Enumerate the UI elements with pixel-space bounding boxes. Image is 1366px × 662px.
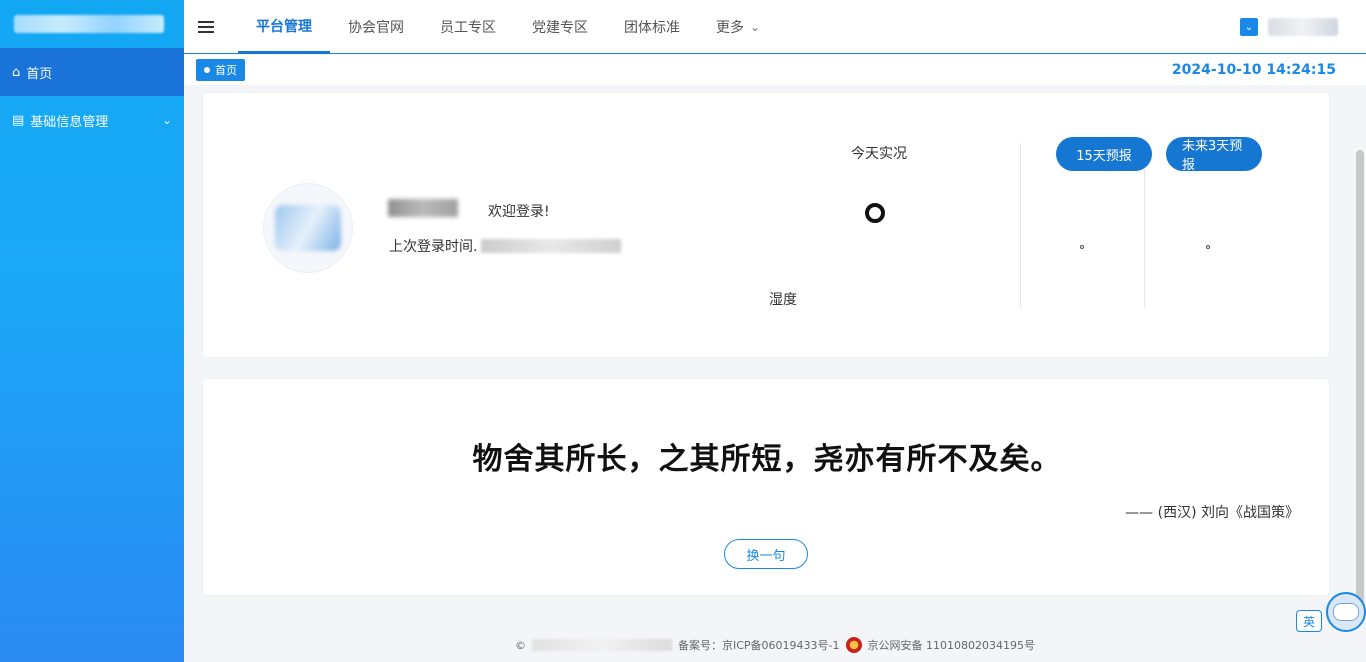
button-label: 15天预报 — [1076, 148, 1132, 164]
change-quote-button[interactable]: 换一句 — [724, 539, 808, 569]
tab-association-site[interactable]: 协会官网 — [330, 0, 422, 54]
top-navigation: 平台管理 协会官网 员工专区 党建专区 团体标准 更多 ⌄ ⌄ — [184, 0, 1366, 54]
button-label: 未来3天预报 — [1182, 139, 1243, 173]
tab-staff-area[interactable]: 员工专区 — [422, 0, 514, 54]
tab-label: 员工专区 — [440, 20, 496, 36]
footer: © 备案号：京ICP备06019433号-1 京公网安备 11010802034… — [184, 630, 1366, 660]
police-emblem-icon — [845, 637, 862, 653]
last-login-time — [481, 239, 622, 253]
last-login-label: 上次登录时间. — [389, 239, 478, 255]
user-avatar[interactable] — [1268, 18, 1338, 36]
sidebar: ⌂ 首页 ▤ 基础信息管理 ⌄ — [0, 0, 184, 662]
breadcrumb-label: 首页 — [215, 64, 237, 77]
avatar — [263, 183, 353, 273]
home-icon: ⌂ — [12, 64, 21, 80]
datetime-display: 2024-10-10 14:24:15 — [1171, 62, 1336, 78]
user-area: ⌄ — [1240, 18, 1338, 36]
icp-record-link[interactable]: 备案号：京ICP备06019433号-1 — [678, 637, 840, 653]
tab-label: 团体标准 — [624, 20, 680, 36]
tab-platform-management[interactable]: 平台管理 — [238, 0, 330, 54]
weather-ring-icon — [865, 203, 885, 223]
tab-label: 平台管理 — [256, 18, 312, 35]
police-record-link[interactable]: 京公网安备 11010802034195号 — [868, 637, 1035, 653]
language-toggle-button[interactable]: 英 — [1296, 610, 1322, 632]
quote-card: 物舍其所长，之其所短，尧亦有所不及矣。 —— (西汉) 刘向《战国策》 换一句 — [202, 378, 1330, 596]
sidebar-item-label: 基础信息管理 — [30, 114, 109, 130]
last-login: 上次登录时间. — [389, 236, 622, 256]
subbar: 首页 2024-10-10 14:24:15 — [184, 55, 1366, 85]
tab-label: 更多 — [716, 20, 744, 36]
sidebar-item-label: 首页 — [26, 66, 53, 82]
weather-dot-icon — [1080, 245, 1084, 249]
welcome-text: 欢迎登录! — [488, 204, 550, 220]
quote-text: 物舍其所长，之其所短，尧亦有所不及矣。 — [472, 442, 1062, 477]
today-weather-title: 今天实况 — [851, 146, 907, 162]
chevron-down-icon: ⌄ — [750, 20, 761, 34]
chevron-down-icon: ⌄ — [161, 113, 172, 127]
welcome-card: 欢迎登录! 上次登录时间. 今天实况 湿度 15天预报 未来3天预报 — [202, 92, 1330, 358]
company-name — [532, 639, 672, 651]
weather-dot-icon — [1206, 245, 1210, 249]
humidity-label: 湿度 — [769, 292, 797, 308]
sidebar-item-basic-info[interactable]: ▤ 基础信息管理 ⌄ — [0, 96, 184, 144]
tab-party-area[interactable]: 党建专区 — [514, 0, 606, 54]
username — [388, 199, 458, 217]
copyright-symbol: © — [515, 638, 526, 652]
dropdown-icon[interactable]: ⌄ — [1240, 18, 1258, 36]
database-icon: ▤ — [12, 112, 25, 128]
sidebar-item-home[interactable]: ⌂ 首页 — [0, 48, 184, 96]
quote-author: —— (西汉) 刘向《战国策》 — [1125, 505, 1299, 521]
assistant-bot-icon[interactable] — [1326, 592, 1366, 632]
forecast-3-day-button[interactable]: 未来3天预报 — [1166, 137, 1262, 173]
tab-more[interactable]: 更多 ⌄ — [698, 0, 778, 54]
dot-icon — [204, 67, 210, 73]
divider — [1020, 143, 1021, 308]
scrollbar[interactable] — [1356, 150, 1364, 610]
tab-group-standards[interactable]: 团体标准 — [606, 0, 698, 54]
breadcrumb[interactable]: 首页 — [196, 59, 245, 81]
menu-toggle-icon[interactable] — [198, 18, 214, 34]
forecast-15-day-button[interactable]: 15天预报 — [1056, 137, 1152, 171]
top-tabs: 平台管理 协会官网 员工专区 党建专区 团体标准 更多 ⌄ — [238, 0, 778, 54]
tab-label: 协会官网 — [348, 20, 404, 36]
tab-label: 党建专区 — [532, 20, 588, 36]
brand-logo — [0, 0, 184, 48]
